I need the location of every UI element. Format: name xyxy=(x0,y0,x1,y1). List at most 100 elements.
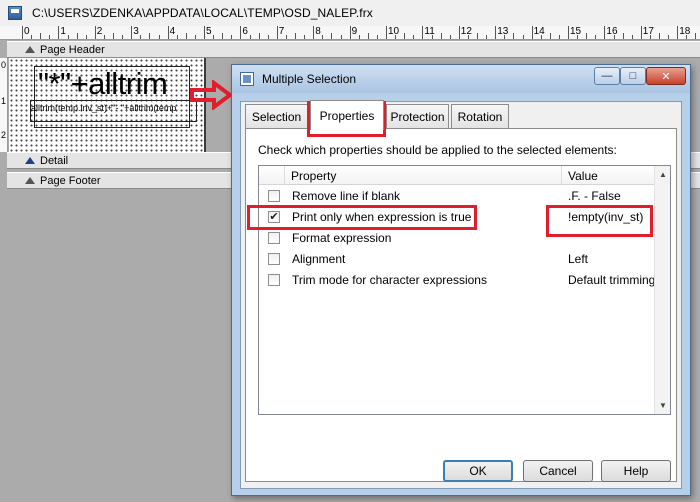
column-divider[interactable] xyxy=(284,166,285,185)
ruler-tick xyxy=(495,26,497,39)
property-name: Remove line if blank xyxy=(292,189,401,203)
properties-list[interactable]: Property Value Remove line if blank .F. … xyxy=(258,165,671,415)
column-header-value[interactable]: Value xyxy=(568,169,598,183)
tab-label: Selection xyxy=(251,109,302,124)
ruler-number: 8 xyxy=(315,26,321,37)
ruler-tick xyxy=(149,33,151,39)
ruler-tick xyxy=(595,35,597,39)
close-icon: ✕ xyxy=(661,70,671,83)
property-name: Trim mode for character expressions xyxy=(292,273,487,287)
row-checkbox[interactable] xyxy=(268,190,280,202)
ruler-number: 13 xyxy=(497,26,509,37)
vruler-number: 0 xyxy=(1,60,7,70)
ruler-number: 2 xyxy=(96,26,103,37)
ruler-tick xyxy=(413,35,415,39)
ruler-tick xyxy=(349,26,351,39)
scroll-up-icon[interactable]: ▲ xyxy=(659,170,667,179)
ruler-tick xyxy=(249,35,251,39)
annotation-print-only-row xyxy=(247,205,477,230)
vruler-number: 2 xyxy=(1,130,7,140)
ruler-number: 0 xyxy=(24,26,30,37)
ruler-tick xyxy=(613,35,615,39)
dialog-body: Selection Properties Protection Rotation… xyxy=(240,100,682,489)
vertical-scrollbar[interactable]: ▲ ▼ xyxy=(654,166,670,414)
column-header-property[interactable]: Property xyxy=(291,169,336,183)
close-button[interactable]: ✕ xyxy=(646,67,686,85)
column-divider[interactable] xyxy=(561,166,562,185)
red-arrow-icon xyxy=(190,80,234,110)
ruler-tick xyxy=(103,35,105,39)
ruler-tick xyxy=(122,35,124,39)
ruler-tick xyxy=(549,33,551,39)
maximize-button[interactable]: □ xyxy=(620,67,646,85)
list-item[interactable]: Alignment Left xyxy=(259,249,656,270)
ruler-tick xyxy=(331,33,333,39)
cancel-button[interactable]: Cancel xyxy=(523,460,593,482)
list-item[interactable]: Trim mode for character expressions Defa… xyxy=(259,270,656,291)
list-item[interactable]: Remove line if blank .F. - False xyxy=(259,186,656,207)
report-field-large[interactable]: "*"+alltrim xyxy=(38,68,168,100)
ruler-tick xyxy=(440,33,442,39)
ruler-tick xyxy=(604,26,606,39)
ruler-tick xyxy=(194,35,196,39)
ruler-tick xyxy=(258,33,260,39)
ruler-tick xyxy=(649,35,651,39)
scroll-down-icon[interactable]: ▼ xyxy=(659,401,667,410)
ruler-tick xyxy=(167,26,169,39)
ruler-number: 5 xyxy=(206,26,212,37)
row-checkbox[interactable] xyxy=(268,253,280,265)
ruler-tick xyxy=(295,33,296,39)
property-value: Default trimming xyxy=(568,273,656,287)
ruler-tick xyxy=(513,33,515,39)
property-name: Format expression xyxy=(292,231,392,245)
band-label-page-footer: Page Footer xyxy=(40,174,101,187)
ruler-tick xyxy=(558,35,560,39)
band-collapse-icon xyxy=(25,177,35,184)
dialog-icon xyxy=(240,72,254,86)
ruler-tick xyxy=(94,26,96,39)
help-button[interactable]: Help xyxy=(601,460,671,482)
ruler-tick xyxy=(631,35,633,39)
ruler-tick xyxy=(40,33,42,39)
tab-rotation[interactable]: Rotation xyxy=(451,104,509,128)
row-checkbox[interactable] xyxy=(268,232,280,244)
vertical-ruler: 0 1 2 xyxy=(0,58,8,152)
ruler-tick xyxy=(568,26,569,39)
ruler-tick xyxy=(176,35,178,39)
tab-label: Rotation xyxy=(457,109,503,124)
multiple-selection-dialog: Multiple Selection — □ ✕ Selection Prope… xyxy=(231,64,691,496)
ok-button[interactable]: OK xyxy=(443,460,513,482)
horizontal-ruler: 0 1 2 3 4 5 6 7 8 9 10 11 12 13 14 15 16 17 18 xyxy=(0,26,700,40)
ruler-number: 16 xyxy=(606,26,618,37)
ruler-tick xyxy=(458,26,460,39)
ruler-number: 15 xyxy=(570,26,582,37)
ruler-number: 12 xyxy=(460,26,472,37)
ruler-tick xyxy=(540,35,542,39)
ruler-tick xyxy=(222,33,224,39)
ruler-number: 6 xyxy=(242,26,248,37)
tab-protection[interactable]: Protection xyxy=(386,104,449,128)
ruler-tick xyxy=(240,26,242,39)
ruler-tick xyxy=(376,35,378,39)
ruler-tick xyxy=(404,33,406,39)
ruler-tick xyxy=(340,35,342,39)
ruler-tick xyxy=(67,35,69,39)
property-name: Alignment xyxy=(292,252,346,266)
ruler-tick xyxy=(586,33,588,39)
tab-selection[interactable]: Selection xyxy=(245,104,308,128)
dialog-title: Multiple Selection xyxy=(262,72,357,86)
tab-properties[interactable]: Properties xyxy=(310,100,384,130)
ruler-tick xyxy=(58,26,60,39)
dialog-titlebar[interactable]: Multiple Selection — □ ✕ xyxy=(232,65,690,93)
band-page-header[interactable]: Page Header xyxy=(7,41,700,58)
ruler-number: 18 xyxy=(679,26,691,37)
ruler-tick xyxy=(467,35,469,39)
ruler-tick xyxy=(113,33,114,39)
minimize-button[interactable]: — xyxy=(594,67,620,85)
band-label-page-header: Page Header xyxy=(40,43,105,56)
band-label-detail: Detail xyxy=(40,154,69,167)
ruler-tick xyxy=(677,26,679,39)
report-field-small[interactable]: alltrim(temp.inv_st)+"- "+alltrim(temp xyxy=(31,103,197,113)
ruler-tick xyxy=(22,26,23,39)
row-checkbox[interactable] xyxy=(268,274,280,286)
